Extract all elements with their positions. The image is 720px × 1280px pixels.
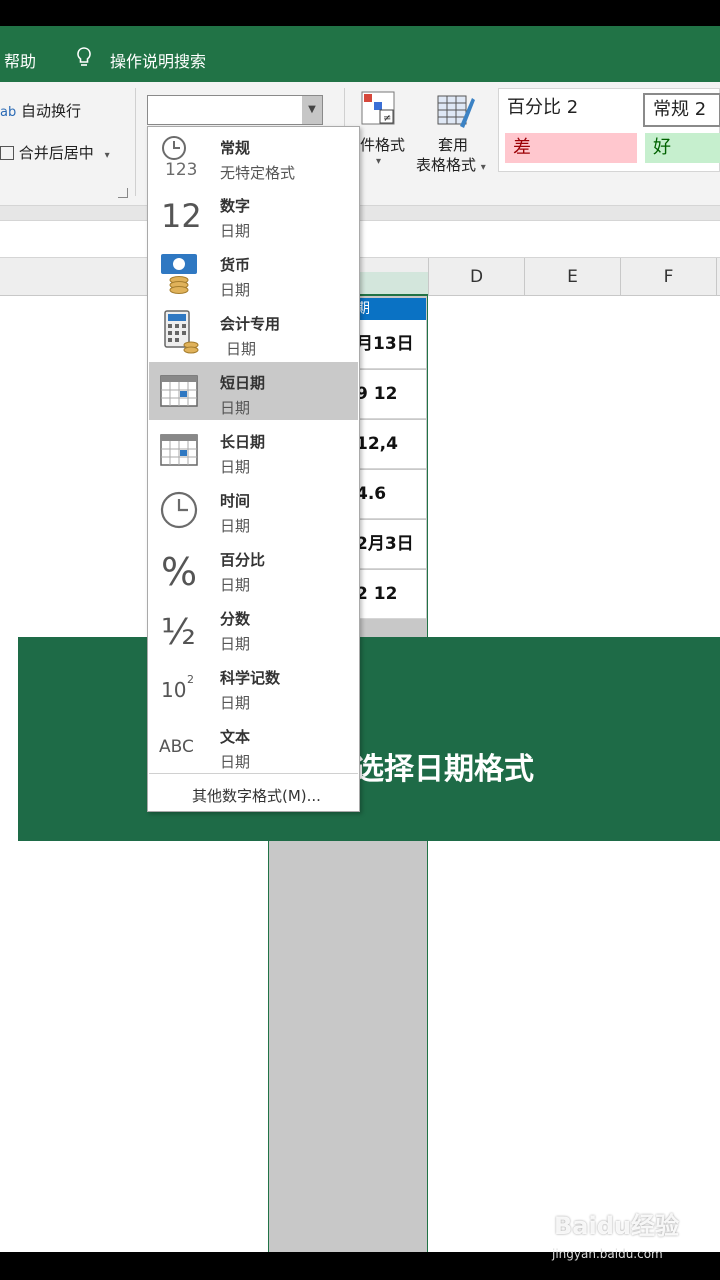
banner-caption: 选择日期格式 — [354, 752, 534, 787]
chevron-down-icon: ▾ — [376, 156, 382, 167]
chevron-down-icon: ▾ — [104, 150, 110, 161]
column-header-e[interactable]: E — [524, 258, 620, 296]
svg-text:10: 10 — [161, 678, 186, 702]
fraction-icon: ½ — [161, 612, 196, 650]
format-item-accounting[interactable]: 会计专用 日期 — [149, 303, 358, 361]
dropdown-divider — [149, 773, 358, 774]
clock-icon — [160, 491, 198, 529]
lightbulb-icon — [77, 47, 91, 66]
short-date-calendar-icon — [160, 375, 198, 407]
format-item-currency[interactable]: 货币 日期 — [149, 244, 358, 302]
text-abc-icon: ABC — [159, 737, 194, 757]
format-item-time[interactable]: 时间 日期 — [149, 480, 358, 538]
conditional-format-icon: ≠ — [361, 91, 395, 125]
conditional-format-button[interactable]: 件格式 — [360, 134, 405, 155]
format-item-general[interactable]: 123 常规 无特定格式 — [149, 127, 358, 185]
clock-123-icon: 123 — [162, 136, 197, 179]
format-as-table-button[interactable]: 表格格式 ▾ — [416, 154, 486, 175]
wrap-text-button[interactable]: ab 自动换行 — [0, 100, 81, 121]
tutorial-banner — [18, 637, 720, 841]
number-format-dropdown: 123 常规 无特定格式 12 数字 日期 货币 日期 会计专用 日期 短日期 … — [147, 126, 360, 812]
tell-me-search[interactable]: 操作说明搜索 — [110, 48, 206, 72]
format-as-table-icon — [437, 95, 475, 128]
wrap-text-icon: ab — [0, 105, 17, 120]
style-normal-2[interactable]: 常规 2 — [643, 93, 720, 127]
column-header-d[interactable]: D — [428, 258, 524, 296]
format-item-fraction[interactable]: ½ 分数 日期 — [149, 598, 358, 656]
chevron-down-icon: ▾ — [480, 162, 486, 173]
style-good[interactable]: 好 — [645, 133, 720, 163]
top-frame — [0, 0, 720, 26]
format-item-number[interactable]: 12 数字 日期 — [149, 185, 358, 243]
column-header-g[interactable] — [716, 258, 720, 296]
merge-center-button[interactable]: 合并后居中 ▾ — [0, 142, 110, 163]
accounting-icon — [164, 310, 199, 354]
percent-icon: % — [161, 550, 197, 591]
number-12-icon: 12 — [161, 197, 202, 235]
tab-help[interactable]: 帮助 — [4, 48, 36, 72]
svg-text:12: 12 — [161, 197, 202, 235]
style-bad[interactable]: 差 — [505, 133, 637, 163]
format-item-long-date[interactable]: 长日期 日期 — [149, 421, 358, 479]
format-item-percent[interactable]: % 百分比 日期 — [149, 539, 358, 597]
ribbon-gap — [0, 206, 720, 220]
scientific-icon: 10 2 — [161, 673, 194, 702]
svg-text:%: % — [161, 550, 197, 591]
chevron-down-icon[interactable]: ▼ — [302, 96, 322, 124]
format-item-scientific[interactable]: 10 2 科学记数 日期 — [149, 657, 358, 715]
long-date-calendar-icon — [160, 434, 198, 466]
format-item-text[interactable]: ABC 文本 日期 — [149, 716, 358, 774]
number-format-combobox[interactable]: ▼ — [147, 95, 323, 125]
svg-text:2: 2 — [187, 673, 194, 686]
currency-icon — [161, 254, 197, 294]
format-as-table-label[interactable]: 套用 — [438, 134, 468, 155]
more-number-formats-link[interactable]: 其他数字格式(M)... — [192, 785, 321, 806]
watermark-url: jingyan.baidu.com — [552, 1247, 663, 1261]
svg-text:ABC: ABC — [159, 737, 194, 757]
merge-cells-icon — [0, 146, 14, 160]
svg-text:123: 123 — [165, 160, 197, 179]
svg-text:≠: ≠ — [383, 113, 391, 124]
style-percent-2[interactable]: 百分比 2 — [499, 93, 639, 125]
ribbon-tab-bar: 帮助 操作说明搜索 — [0, 26, 720, 82]
separator — [135, 88, 136, 196]
baidu-watermark-logo: Baidu经验 — [554, 1212, 679, 1240]
column-header-f[interactable]: F — [620, 258, 716, 296]
format-item-short-date[interactable]: 短日期 日期 — [149, 362, 358, 420]
formula-bar[interactable] — [0, 220, 720, 258]
svg-text:½: ½ — [161, 612, 196, 650]
dialog-launcher-icon[interactable] — [118, 188, 128, 198]
cell-styles-gallery: 百分比 2 常规 2 差 好 — [498, 88, 720, 172]
